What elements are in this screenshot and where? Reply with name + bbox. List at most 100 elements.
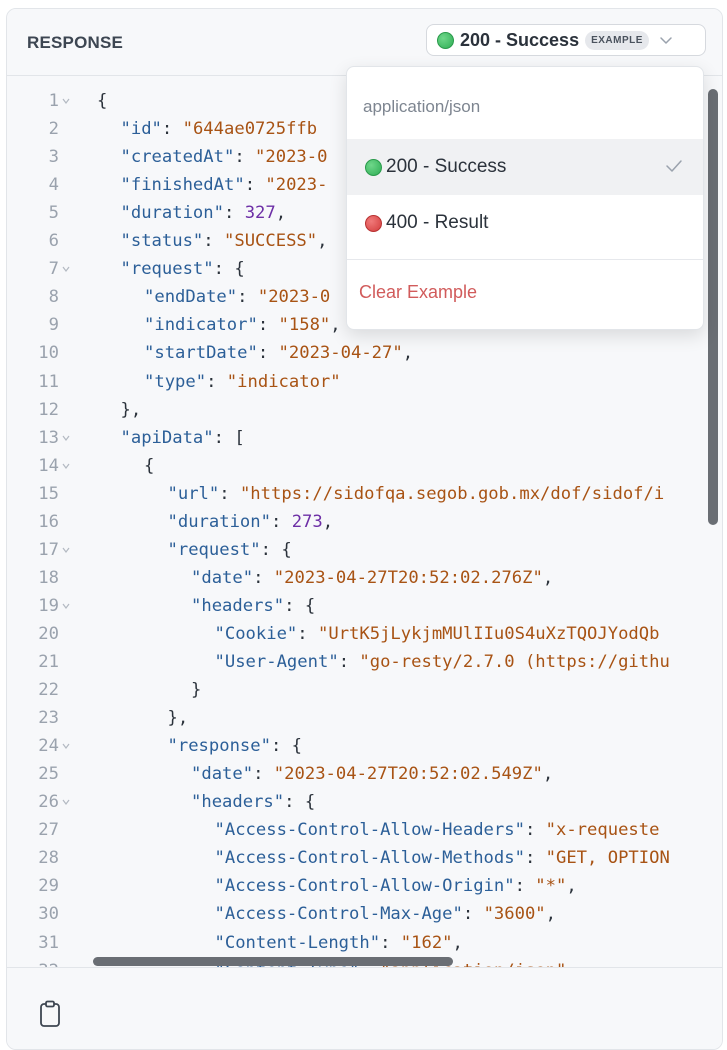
json-punctuation: ,	[566, 876, 577, 897]
code-text: "request": {	[168, 536, 292, 564]
line-number: 14	[38, 455, 59, 476]
json-key: "request"	[167, 539, 261, 560]
code-line: 27 "Access-Control-Allow-Headers": "x-req…	[7, 816, 722, 844]
response-footer	[7, 967, 722, 1049]
json-key: "Access-Control-Max-Age"	[214, 904, 463, 925]
json-punctuation: :	[253, 567, 274, 588]
code-text: "finishedAt": "2023-	[121, 171, 328, 199]
json-key: "duration"	[120, 203, 224, 224]
json-punctuation: ,	[330, 315, 341, 336]
fold-arrow-icon[interactable]	[62, 546, 70, 554]
fold-arrow-icon[interactable]	[62, 97, 70, 105]
line-number: 4	[48, 175, 59, 196]
json-key: "headers"	[191, 595, 285, 616]
json-punctuation: :	[161, 119, 183, 140]
json-punctuation: :	[203, 231, 224, 252]
json-key: "createdAt"	[120, 147, 235, 168]
json-string: "UrtK5jLykjmMUlIIu0S4uXzTQOJYodQb	[318, 623, 660, 644]
code-text: }	[191, 676, 201, 704]
json-string: "2023-04-27T20:52:02.549Z"	[273, 764, 543, 785]
json-punctuation: ,	[317, 231, 328, 252]
status-example-select[interactable]: 200 - Success EXAMPLE	[426, 24, 706, 56]
fold-arrow-icon[interactable]	[62, 434, 70, 442]
json-string: "*"	[535, 876, 567, 897]
json-key: "finishedAt"	[120, 175, 245, 196]
json-punctuation: :	[244, 175, 266, 196]
code-text: },	[121, 396, 142, 424]
json-key: "request"	[120, 259, 214, 280]
json-punctuation: : {	[270, 736, 303, 757]
line-number: 27	[38, 820, 59, 841]
line-number: 13	[38, 427, 59, 448]
json-punctuation: : {	[260, 539, 292, 560]
code-line: 13 "apiData": [	[7, 424, 722, 452]
code-text: "Content-Length": "162",	[215, 929, 463, 957]
horizontal-scrollbar[interactable]	[93, 957, 453, 966]
json-punctuation: : {	[213, 259, 245, 280]
json-punctuation: : {	[284, 595, 316, 616]
code-text: "date": "2023-04-27T20:52:02.549Z",	[191, 760, 553, 788]
dropdown-divider	[347, 259, 703, 260]
code-text: "response": {	[168, 732, 303, 760]
line-number: 10	[38, 343, 59, 364]
line-number: 22	[38, 680, 59, 701]
code-line: 20 "Cookie": "UrtK5jLykjmMUlIIu0S4uXzTQOJ…	[7, 620, 722, 648]
fold-arrow-icon[interactable]	[62, 798, 70, 806]
json-key: "Content-Length"	[214, 932, 381, 953]
line-number: 26	[38, 792, 59, 813]
fold-arrow-icon[interactable]	[62, 602, 70, 610]
json-key: "url"	[167, 483, 220, 504]
json-punctuation: ,	[322, 511, 334, 532]
code-text: },	[168, 704, 189, 732]
code-text: "endDate": "2023-0	[144, 283, 330, 311]
code-line: 12},	[7, 396, 722, 424]
json-key: "Access-Control-Allow-Methods"	[214, 848, 525, 869]
code-text: "duration": 327,	[121, 199, 287, 227]
json-punctuation: ,	[402, 343, 414, 364]
json-string: "2023-0	[257, 287, 331, 308]
code-text: "Cookie": "UrtK5jLykjmMUlIIu0S4uXzTQOJYo…	[215, 620, 660, 648]
line-number: 18	[38, 567, 59, 588]
code-line: 17 "request": {	[7, 536, 722, 564]
line-number: 12	[38, 399, 59, 420]
code-text: "status": "SUCCESS",	[121, 227, 328, 255]
code-text: "duration": 273,	[168, 508, 334, 536]
dropdown-option-200[interactable]: 200 - Success	[347, 139, 703, 195]
json-punctuation: : {	[284, 792, 316, 813]
json-punctuation: },	[120, 399, 142, 420]
dropdown-option-400[interactable]: 400 - Result	[347, 195, 703, 251]
json-punctuation: :	[223, 203, 245, 224]
json-key: "response"	[167, 736, 271, 757]
json-punctuation: :	[270, 511, 292, 532]
fold-arrow-icon[interactable]	[62, 742, 70, 750]
json-string: "go-resty/2.7.0 (https://githu	[359, 652, 670, 672]
json-string: "indicator"	[226, 371, 341, 392]
fold-arrow-icon[interactable]	[62, 462, 70, 470]
line-number: 16	[38, 511, 59, 532]
line-number: 24	[38, 736, 59, 757]
fold-arrow-icon[interactable]	[62, 265, 70, 273]
json-punctuation: :	[514, 876, 536, 897]
json-punctuation: :	[257, 315, 279, 336]
status-dot-icon	[365, 214, 382, 232]
vertical-scrollbar[interactable]	[708, 89, 718, 525]
code-text: "headers": {	[191, 592, 315, 620]
code-text: "id": "644ae0725ffb	[121, 115, 318, 143]
code-line: 10 "startDate": "2023-04-27",	[7, 339, 722, 367]
code-text: {	[97, 87, 107, 115]
json-punctuation: {	[144, 455, 155, 476]
json-punctuation: :	[219, 483, 240, 504]
code-line: 16 "duration": 273,	[7, 508, 722, 536]
json-punctuation: ,	[542, 764, 554, 785]
code-text: "request": {	[121, 255, 245, 283]
code-text: "indicator": "158",	[144, 311, 341, 339]
line-number: 9	[48, 315, 59, 336]
json-number: 273	[291, 511, 323, 532]
code-line: 21 "User-Agent": "go-resty/2.7.0 (https:/…	[7, 648, 722, 676]
clear-example-button[interactable]: Clear Example	[359, 282, 477, 303]
json-string: "2023-04-27"	[278, 343, 403, 364]
json-punctuation: :	[380, 932, 401, 953]
json-punctuation: {	[97, 91, 108, 111]
code-line: 30 "Access-Control-Max-Age": "3600",	[7, 900, 722, 928]
code-text: "headers": {	[191, 788, 315, 816]
